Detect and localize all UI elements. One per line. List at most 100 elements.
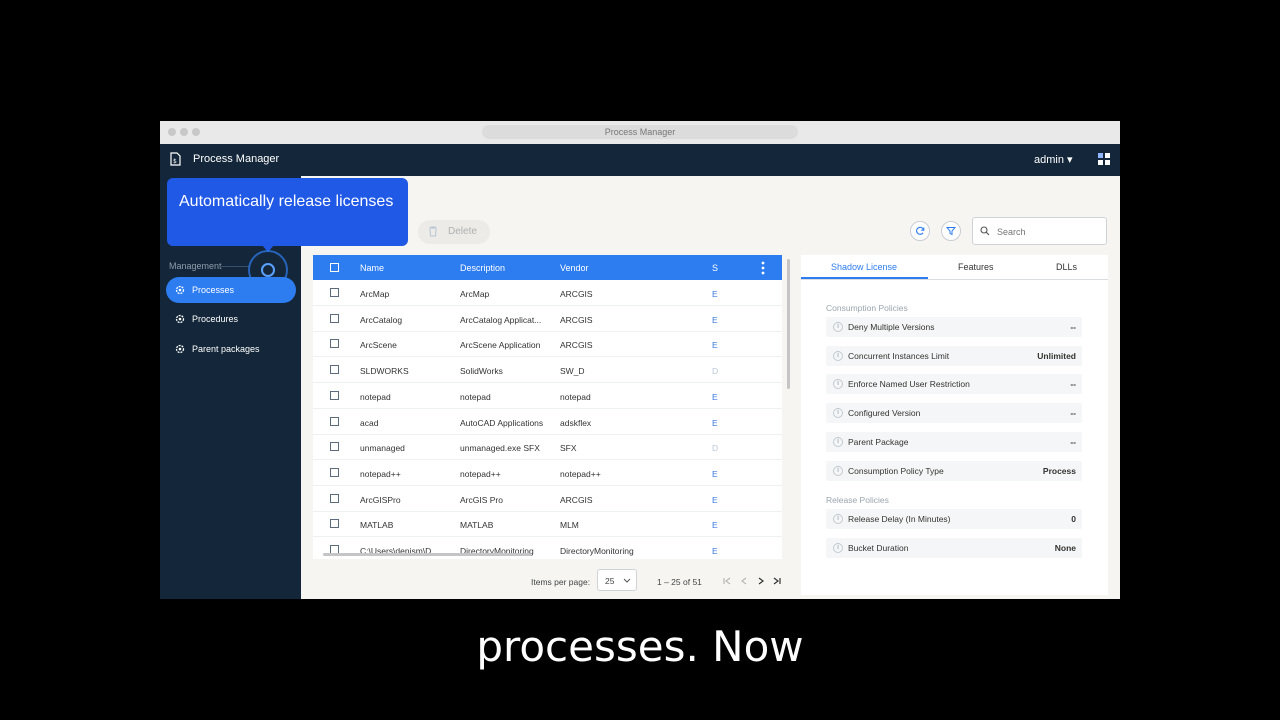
delete-button[interactable]: Delete xyxy=(418,220,490,244)
cell-name: acad xyxy=(360,417,379,428)
cell-description: ArcGIS Pro xyxy=(460,494,503,505)
column-header-name[interactable]: Name xyxy=(360,263,384,273)
row-checkbox[interactable] xyxy=(330,519,339,529)
sidebar-item-label: Processes xyxy=(192,285,235,295)
row-checkbox[interactable] xyxy=(330,493,339,503)
info-icon[interactable]: i xyxy=(833,408,843,419)
table-row[interactable]: MATLAB MATLAB MLM E xyxy=(313,511,782,538)
policy-row: i Consumption Policy Type Process xyxy=(826,460,1082,481)
row-checkbox[interactable] xyxy=(330,313,339,323)
cell-name: notepad++ xyxy=(360,468,401,479)
cell-vendor: ARCGIS xyxy=(560,314,593,325)
window-url-title: Process Manager xyxy=(482,125,798,139)
info-icon[interactable]: i xyxy=(833,379,843,390)
cell-vendor: adskflex xyxy=(560,417,592,428)
row-checkbox[interactable] xyxy=(330,467,339,477)
window-titlebar: Process Manager xyxy=(160,121,1120,144)
policy-key: Consumption Policy Type xyxy=(848,465,944,476)
tab-shadow-license[interactable]: Shadow License xyxy=(831,262,897,272)
window-maximize-dot[interactable] xyxy=(192,128,200,136)
apps-grid-icon[interactable] xyxy=(1098,153,1110,165)
policy-key: Deny Multiple Versions xyxy=(848,322,935,332)
table-row[interactable]: notepad notepad notepad E xyxy=(313,383,782,409)
table-row[interactable]: acad AutoCAD Applications adskflex E xyxy=(313,409,782,435)
scroll-thumb[interactable] xyxy=(787,259,790,389)
policy-row: i Parent Package -- xyxy=(826,431,1082,452)
search-icon xyxy=(980,226,990,236)
row-checkbox[interactable] xyxy=(330,442,339,452)
cell-vendor: ARCGIS xyxy=(560,289,593,299)
details-panel: Shadow License Features DLLs Consumption… xyxy=(801,255,1108,595)
info-icon[interactable]: i xyxy=(833,350,843,361)
row-checkbox[interactable] xyxy=(330,365,339,375)
user-menu[interactable]: admin ▾ xyxy=(1034,153,1073,166)
policy-key: Concurrent Instances Limit xyxy=(848,350,950,361)
cell-status: E xyxy=(712,417,718,428)
table-row[interactable]: ArcMap ArcMap ARCGIS E xyxy=(313,280,782,306)
column-header-status[interactable]: S xyxy=(712,263,718,273)
info-icon[interactable]: i xyxy=(833,322,843,332)
table-row[interactable]: ArcScene ArcScene Application ARCGIS E xyxy=(313,331,782,358)
last-page-icon[interactable] xyxy=(772,576,782,586)
window-minimize-dot[interactable] xyxy=(180,128,188,136)
cell-status: E xyxy=(712,494,718,505)
table-row[interactable]: ArcGISPro ArcGIS Pro ARCGIS E xyxy=(313,486,782,512)
policy-row: i Bucket Duration None xyxy=(826,537,1082,558)
info-icon[interactable]: i xyxy=(833,436,843,447)
tabs-divider xyxy=(801,279,1108,280)
filter-button[interactable] xyxy=(941,221,961,241)
cell-name: ArcMap xyxy=(360,289,390,299)
search-input[interactable] xyxy=(995,224,1104,240)
processes-table: Name Description Vendor S ArcMap ArcMap AR… xyxy=(313,255,782,559)
cell-description: notepad xyxy=(460,391,491,402)
sidebar-item-parent-packages[interactable]: Parent packages xyxy=(166,336,296,362)
first-page-icon[interactable] xyxy=(722,576,732,586)
table-row[interactable]: ArcCatalog ArcCatalog Applicat... ARCGIS E xyxy=(313,306,782,332)
row-checkbox[interactable] xyxy=(330,288,339,297)
cell-status: E xyxy=(712,289,718,299)
column-header-vendor[interactable]: Vendor xyxy=(560,263,589,273)
tooltip-text: Automatically release licenses xyxy=(179,193,394,210)
policy-row: i Deny Multiple Versions -- xyxy=(826,317,1082,337)
table-row[interactable]: SLDWORKS SolidWorks SW_D D xyxy=(313,357,782,384)
info-icon[interactable]: i xyxy=(833,542,843,553)
tab-dlls[interactable]: DLLs xyxy=(1056,262,1077,272)
policy-row: i Enforce Named User Restriction -- xyxy=(826,374,1082,395)
policy-value: 0 xyxy=(1071,514,1076,524)
next-page-icon[interactable] xyxy=(756,576,766,586)
table-vertical-scrollbar[interactable] xyxy=(785,255,791,551)
table-row[interactable]: unmanaged unmanaged.exe SFX SFX D xyxy=(313,434,782,461)
search-box[interactable] xyxy=(972,217,1107,245)
more-vert-icon[interactable] xyxy=(761,261,765,275)
info-icon[interactable]: i xyxy=(833,465,843,476)
sidebar-divider xyxy=(220,266,250,267)
row-checkbox[interactable] xyxy=(330,390,339,400)
sidebar-item-label: Procedures xyxy=(192,314,239,324)
refresh-button[interactable] xyxy=(910,221,930,241)
table-horizontal-scrollbar[interactable] xyxy=(313,551,783,557)
filter-icon xyxy=(946,227,956,236)
cell-status: E xyxy=(712,340,718,351)
row-checkbox[interactable] xyxy=(330,339,339,349)
items-per-page-label: Items per page: xyxy=(531,577,591,587)
cell-vendor: ARCGIS xyxy=(560,340,593,351)
cell-description: ArcMap xyxy=(460,289,490,299)
row-checkbox[interactable] xyxy=(330,416,339,426)
tab-features[interactable]: Features xyxy=(958,262,994,272)
policy-value: Unlimited xyxy=(1037,350,1076,361)
table-row[interactable]: notepad++ notepad++ notepad++ E xyxy=(313,460,782,486)
info-icon[interactable]: i xyxy=(833,514,843,524)
previous-page-icon[interactable] xyxy=(739,576,749,586)
cell-description: AutoCAD Applications xyxy=(460,417,544,428)
scroll-thumb[interactable] xyxy=(323,553,531,556)
sidebar-item-procedures[interactable]: Procedures xyxy=(166,306,296,332)
window-close-dot[interactable] xyxy=(168,128,176,136)
cell-name: ArcCatalog xyxy=(360,314,403,325)
cell-vendor: SFX xyxy=(560,443,577,454)
policy-value: -- xyxy=(1070,322,1076,332)
cell-description: unmanaged.exe SFX xyxy=(460,443,540,454)
column-header-description[interactable]: Description xyxy=(460,263,505,273)
page-size-select[interactable]: 25 xyxy=(597,569,637,591)
refresh-icon xyxy=(916,226,925,235)
select-all-checkbox[interactable] xyxy=(330,263,339,272)
